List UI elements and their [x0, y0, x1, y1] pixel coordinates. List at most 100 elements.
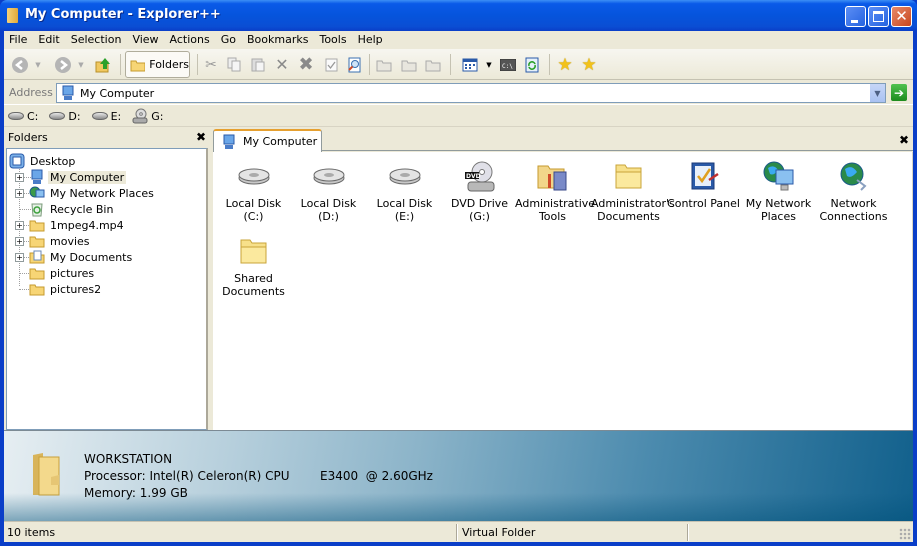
- tree-expander[interactable]: +: [15, 173, 24, 182]
- up-button[interactable]: [93, 53, 113, 76]
- copy-to-button[interactable]: [400, 53, 420, 76]
- close-icon: ✕: [895, 7, 908, 25]
- menu-tools[interactable]: Tools: [314, 31, 352, 48]
- file-item-dvd-drive-g[interactable]: DVD DVD Drive (G:): [442, 160, 517, 223]
- address-dropdown-button[interactable]: ▼: [869, 84, 885, 102]
- drive-button-g[interactable]: G:: [132, 108, 163, 124]
- main-pane: My Computer ✖ Local Disk (C:) Local Disk…: [213, 127, 913, 430]
- refresh-button[interactable]: [522, 53, 542, 76]
- go-button[interactable]: ➔: [891, 84, 907, 101]
- drive-button-d[interactable]: D:: [49, 110, 81, 123]
- drive-button-e[interactable]: E:: [91, 109, 122, 123]
- chevron-down-icon: ▼: [874, 88, 881, 98]
- tree-item-recycle-bin[interactable]: Recycle Bin: [29, 201, 115, 217]
- file-item-local-disk-d[interactable]: Local Disk (D:): [291, 160, 366, 223]
- folders-toggle-button[interactable]: Folders: [125, 51, 190, 78]
- menu-view[interactable]: View: [127, 31, 164, 48]
- resize-grip[interactable]: [899, 528, 911, 540]
- menu-selection[interactable]: Selection: [66, 31, 128, 48]
- command-prompt-button[interactable]: C:\: [498, 53, 518, 76]
- close-button[interactable]: ✕: [891, 6, 912, 27]
- bookmarks-button[interactable]: ★: [579, 53, 599, 76]
- move-to-icon: [425, 60, 441, 71]
- close-tab-button[interactable]: ✖: [899, 133, 909, 147]
- address-input[interactable]: My Computer ▼: [56, 83, 886, 103]
- folder-icon: [29, 220, 45, 232]
- hard-drive-icon: [49, 112, 66, 120]
- back-button[interactable]: [10, 53, 30, 76]
- file-item-network-connections[interactable]: Network Connections: [816, 160, 891, 223]
- folders-pane-header: Folders ✖: [4, 128, 210, 147]
- drive-label: E:: [110, 109, 122, 123]
- toolbar-separator: [369, 54, 370, 75]
- hard-drive-icon: [313, 168, 344, 185]
- tree-expander[interactable]: +: [15, 189, 24, 198]
- tree-expander[interactable]: +: [15, 221, 24, 230]
- menu-bookmarks[interactable]: Bookmarks: [242, 31, 314, 48]
- svg-text:C:\: C:\: [502, 63, 513, 70]
- menu-go[interactable]: Go: [216, 31, 242, 48]
- hard-drive-icon: [91, 112, 108, 120]
- forward-dropdown[interactable]: ▼: [76, 53, 86, 76]
- tree-item-movies[interactable]: movies: [29, 233, 92, 249]
- delete-icon: ✕: [275, 55, 289, 74]
- tree-item-my-documents[interactable]: My Documents: [29, 249, 134, 265]
- hard-drive-icon: [389, 168, 420, 185]
- search-button[interactable]: [345, 53, 363, 76]
- file-item-local-disk-e[interactable]: Local Disk (E:): [367, 160, 442, 223]
- file-item-local-disk-c[interactable]: Local Disk (C:): [216, 160, 291, 223]
- delete-permanently-button[interactable]: ✖: [296, 53, 316, 76]
- tree-expander[interactable]: +: [15, 237, 24, 246]
- tree-expander[interactable]: +: [15, 253, 24, 262]
- properties-icon: [325, 58, 337, 71]
- back-dropdown[interactable]: ▼: [33, 53, 43, 76]
- folder-icon: [240, 239, 266, 264]
- new-folder-button[interactable]: [375, 53, 395, 76]
- menu-file[interactable]: File: [4, 31, 33, 48]
- tree-item-1mpeg4[interactable]: 1mpeg4.mp4: [29, 217, 126, 233]
- forward-button[interactable]: [53, 53, 73, 76]
- delete-button[interactable]: ✕: [273, 53, 291, 76]
- minimize-button[interactable]: [845, 6, 866, 27]
- file-label: Local Disk (D:): [300, 197, 357, 223]
- tree-item-my-computer[interactable]: My Computer: [29, 169, 127, 185]
- tree-label: My Documents: [50, 250, 133, 264]
- file-label: DVD Drive (G:): [450, 197, 509, 223]
- file-item-administrative-tools[interactable]: Administrative Tools: [515, 160, 595, 223]
- properties-button[interactable]: [322, 53, 340, 76]
- menu-actions[interactable]: Actions: [165, 31, 216, 48]
- menu-edit[interactable]: Edit: [33, 31, 65, 48]
- cut-icon: ✂: [205, 56, 217, 73]
- views-dropdown[interactable]: ▼: [484, 53, 494, 76]
- tab-my-computer[interactable]: My Computer: [213, 129, 322, 152]
- tree-item-pictures2[interactable]: pictures2: [29, 281, 103, 297]
- add-bookmark-button[interactable]: ★: [555, 53, 575, 76]
- tree-item-desktop[interactable]: Desktop: [9, 153, 77, 169]
- paste-button[interactable]: [249, 53, 267, 76]
- copy-to-icon: [401, 60, 417, 71]
- cut-button[interactable]: ✂: [202, 53, 220, 76]
- window-title: My Computer - Explorer++: [25, 7, 221, 22]
- copy-button[interactable]: [225, 53, 243, 76]
- move-to-button[interactable]: [424, 53, 444, 76]
- tree-item-my-network-places[interactable]: My Network Places: [29, 185, 156, 201]
- folder-icon: [29, 268, 45, 280]
- title-bar[interactable]: My Computer - Explorer++ ✕: [0, 0, 917, 31]
- drive-button-c[interactable]: C:: [8, 110, 38, 123]
- menu-help[interactable]: Help: [353, 31, 389, 48]
- file-label: Local Disk (E:): [376, 197, 433, 223]
- new-folder-icon: [376, 60, 392, 71]
- file-item-shared-documents[interactable]: Shared Documents: [216, 235, 291, 298]
- file-item-administrators-documents[interactable]: Administrator's Documents: [591, 160, 675, 223]
- tree-item-pictures[interactable]: pictures: [29, 265, 96, 281]
- folder-tree[interactable]: Desktop + My Computer + My Network Place…: [6, 148, 208, 430]
- tree-label: Desktop: [30, 154, 76, 168]
- file-item-my-network-places[interactable]: My Network Places: [741, 160, 816, 223]
- views-button[interactable]: [460, 53, 480, 76]
- maximize-button[interactable]: [868, 6, 889, 27]
- file-item-control-panel[interactable]: Control Panel: [666, 160, 741, 210]
- close-folders-pane-button[interactable]: ✖: [196, 130, 206, 144]
- folder-icon: [29, 236, 45, 248]
- file-list-view[interactable]: Local Disk (C:) Local Disk (D:) Local Di…: [213, 152, 913, 430]
- desktop-icon: [9, 153, 25, 169]
